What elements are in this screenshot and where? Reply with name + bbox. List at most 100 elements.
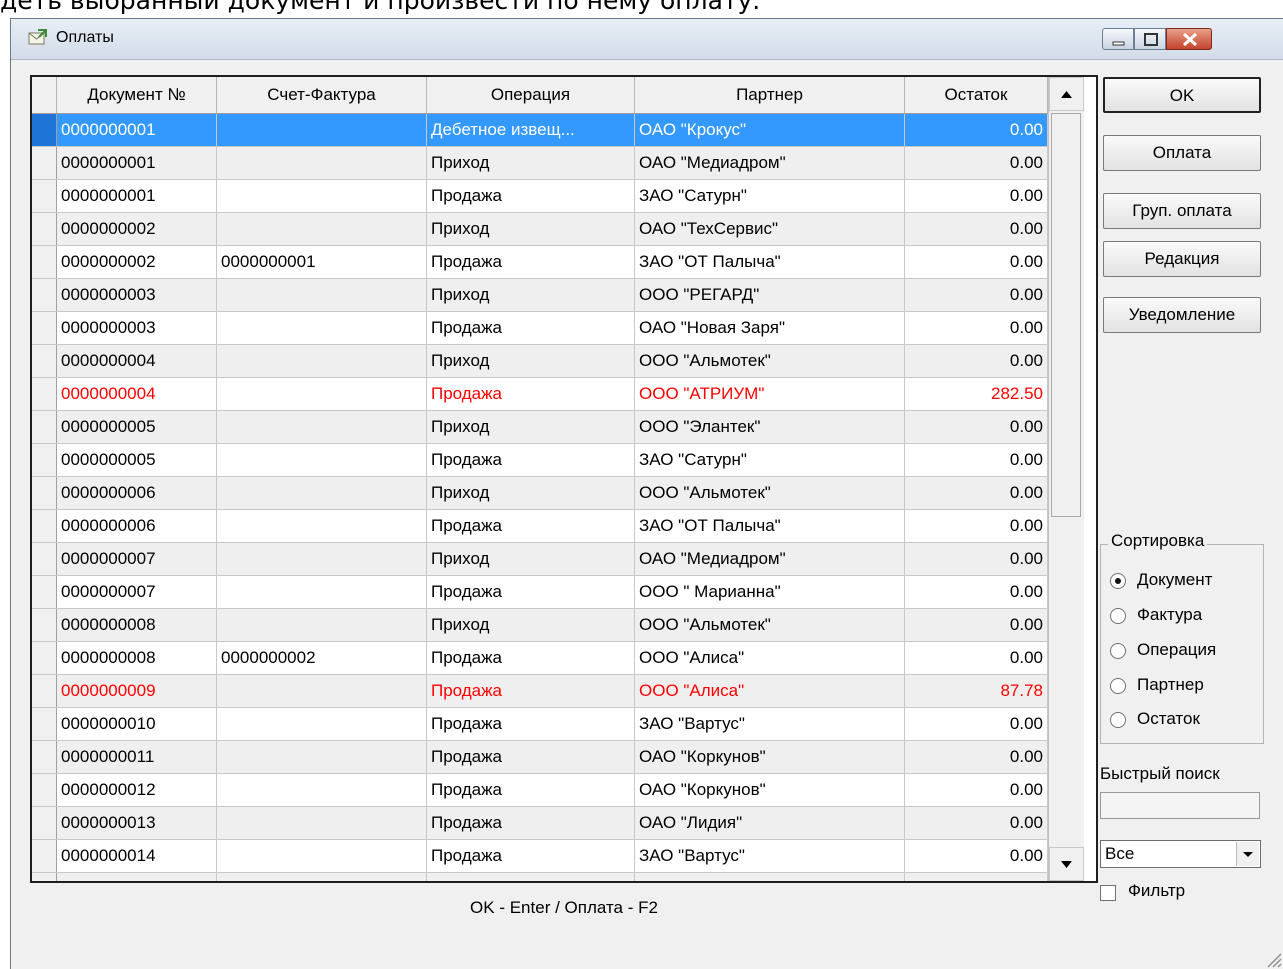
payments-window: Оплаты Документ № Счет-Фактура Операция … [10, 18, 1283, 969]
cell-balance: 0.00 [905, 180, 1048, 212]
cell-balance: 0.00 [905, 345, 1048, 377]
pay-button[interactable]: Оплата [1103, 135, 1261, 171]
row-indicator[interactable] [32, 774, 57, 806]
table-row[interactable]: 0000000002 Приход ОАО "ТехСервис" 0.00 [32, 213, 1048, 246]
quick-search-input[interactable] [1100, 792, 1260, 819]
cell-operation: Продажа [427, 741, 635, 773]
sort-group-title: Сортировка [1108, 531, 1208, 551]
table-row[interactable]: 0000000011 Продажа ОАО "Коркунов" 0.00 [32, 741, 1048, 774]
table-row[interactable]: 0000000001 Продажа ЗАО "Сатурн" 0.00 [32, 180, 1048, 213]
row-indicator[interactable] [32, 147, 57, 179]
edit-button[interactable]: Редакция [1103, 241, 1261, 277]
filter-select-value: Все [1105, 844, 1135, 863]
row-indicator[interactable] [32, 378, 57, 410]
row-indicator[interactable] [32, 114, 57, 146]
cell-document: 0000000010 [57, 708, 217, 740]
cell-partner: ООО "Альмотек" [635, 477, 905, 509]
radio-label: Документ [1137, 570, 1213, 589]
row-indicator[interactable] [32, 675, 57, 707]
cell-operation: Приход [427, 543, 635, 575]
cell-operation: Продажа [427, 675, 635, 707]
cell-partner: ООО "АТРИУМ" [635, 378, 905, 410]
table-row[interactable]: 0000000008 0000000002 Продажа ООО "Алиса" 0.… [32, 642, 1048, 675]
row-indicator[interactable] [32, 312, 57, 344]
table-row[interactable]: 0000000007 Приход ОАО "Медиадром" 0.00 [32, 543, 1048, 576]
cell-partner: ООО "Алиса" [635, 675, 905, 707]
row-indicator[interactable] [32, 510, 57, 542]
table-row[interactable]: 0000000015 ПродажаЗАО "ОТ Палыча"0.00 [32, 873, 1048, 881]
group-pay-button[interactable]: Груп. оплата [1103, 193, 1261, 229]
table-row[interactable]: 0000000009 Продажа ООО "Алиса" 87.78 [32, 675, 1048, 708]
row-indicator[interactable] [32, 708, 57, 740]
row-indicator[interactable] [32, 444, 57, 476]
row-indicator[interactable] [32, 279, 57, 311]
cell-document: 0000000003 [57, 279, 217, 311]
row-indicator[interactable] [32, 642, 57, 674]
scroll-down-button[interactable] [1049, 847, 1084, 881]
cell-invoice [217, 180, 427, 212]
filter-checkbox[interactable] [1100, 885, 1116, 901]
radio-icon [1110, 573, 1126, 589]
minimize-button[interactable] [1102, 28, 1134, 50]
cell-partner: ООО "Алиса" [635, 642, 905, 674]
row-indicator[interactable] [32, 180, 57, 212]
scroll-thumb[interactable] [1051, 113, 1081, 517]
cell-document: 0000000007 [57, 543, 217, 575]
filter-select[interactable]: Все [1100, 840, 1261, 868]
cell-invoice [217, 345, 427, 377]
minimize-icon [1112, 41, 1125, 46]
table-row[interactable]: 0000000008 Приход ООО "Альмотек" 0.00 [32, 609, 1048, 642]
table-row[interactable]: 0000000004 Продажа ООО "АТРИУМ" 282.50 [32, 378, 1048, 411]
table-row[interactable]: 0000000014 Продажа ЗАО "Вартус" 0.00 [32, 840, 1048, 873]
table-row[interactable]: 0000000005 Продажа ЗАО "Сатурн" 0.00 [32, 444, 1048, 477]
row-indicator[interactable] [32, 576, 57, 608]
close-button[interactable] [1166, 28, 1212, 50]
table-row[interactable]: 0000000007 Продажа ООО " Марианна" 0.00 [32, 576, 1048, 609]
table-row[interactable]: 0000000010 Продажа ЗАО "Вартус" 0.00 [32, 708, 1048, 741]
cell-invoice [217, 213, 427, 245]
col-header-operation[interactable]: Операция [427, 77, 635, 113]
cell-partner: ЗАО "ОТ Палыча" [635, 510, 905, 542]
table-row[interactable]: 0000000001 Дебетное извещ... ОАО "Крокус" 0… [32, 114, 1048, 147]
row-indicator[interactable] [32, 213, 57, 245]
cell-document: 0000000002 [57, 246, 217, 278]
row-indicator[interactable] [32, 741, 57, 773]
col-header-invoice[interactable]: Счет-Фактура [217, 77, 427, 113]
table-row[interactable]: 0000000001 Приход ОАО "Медиадром" 0.00 [32, 147, 1048, 180]
chevron-down-icon[interactable] [1236, 842, 1259, 866]
cell-invoice: 0000000001 [217, 246, 427, 278]
row-indicator[interactable] [32, 840, 57, 872]
vertical-scrollbar[interactable] [1048, 77, 1084, 881]
table-row[interactable]: 0000000003 Продажа ОАО "Новая Заря" 0.00 [32, 312, 1048, 345]
cell-operation: Продажа [427, 873, 635, 881]
row-indicator[interactable] [32, 246, 57, 278]
row-indicator[interactable] [32, 477, 57, 509]
row-indicator[interactable] [32, 411, 57, 443]
table-row[interactable]: 0000000006 Приход ООО "Альмотек" 0.00 [32, 477, 1048, 510]
table-row[interactable]: 0000000005 Приход ООО "Элантек" 0.00 [32, 411, 1048, 444]
table-row[interactable]: 0000000012 Продажа ОАО "Коркунов" 0.00 [32, 774, 1048, 807]
cell-invoice [217, 444, 427, 476]
table-row[interactable]: 0000000004 Приход ООО "Альмотек" 0.00 [32, 345, 1048, 378]
cell-document: 0000000009 [57, 675, 217, 707]
row-indicator[interactable] [32, 609, 57, 641]
row-indicator[interactable] [32, 345, 57, 377]
row-indicator[interactable] [32, 807, 57, 839]
col-header-document[interactable]: Документ № [57, 77, 217, 113]
col-header-balance[interactable]: Остаток [905, 77, 1048, 113]
cell-operation: Продажа [427, 246, 635, 278]
notify-button[interactable]: Уведомление [1103, 297, 1261, 333]
scroll-up-button[interactable] [1049, 77, 1084, 111]
arrow-down-icon [1061, 861, 1072, 868]
table-row[interactable]: 0000000002 0000000001 Продажа ЗАО "ОТ Палыч… [32, 246, 1048, 279]
row-indicator[interactable] [32, 543, 57, 575]
ok-button[interactable]: OK [1103, 77, 1261, 113]
maximize-button[interactable] [1134, 28, 1166, 50]
table-row[interactable]: 0000000003 Приход ООО "РЕГАРД" 0.00 [32, 279, 1048, 312]
resize-grip-icon[interactable] [1264, 950, 1282, 968]
cell-invoice [217, 147, 427, 179]
table-row[interactable]: 0000000013 Продажа ОАО "Лидия" 0.00 [32, 807, 1048, 840]
table-row[interactable]: 0000000006 Продажа ЗАО "ОТ Палыча" 0.00 [32, 510, 1048, 543]
col-header-partner[interactable]: Партнер [635, 77, 905, 113]
row-indicator[interactable] [32, 873, 57, 881]
